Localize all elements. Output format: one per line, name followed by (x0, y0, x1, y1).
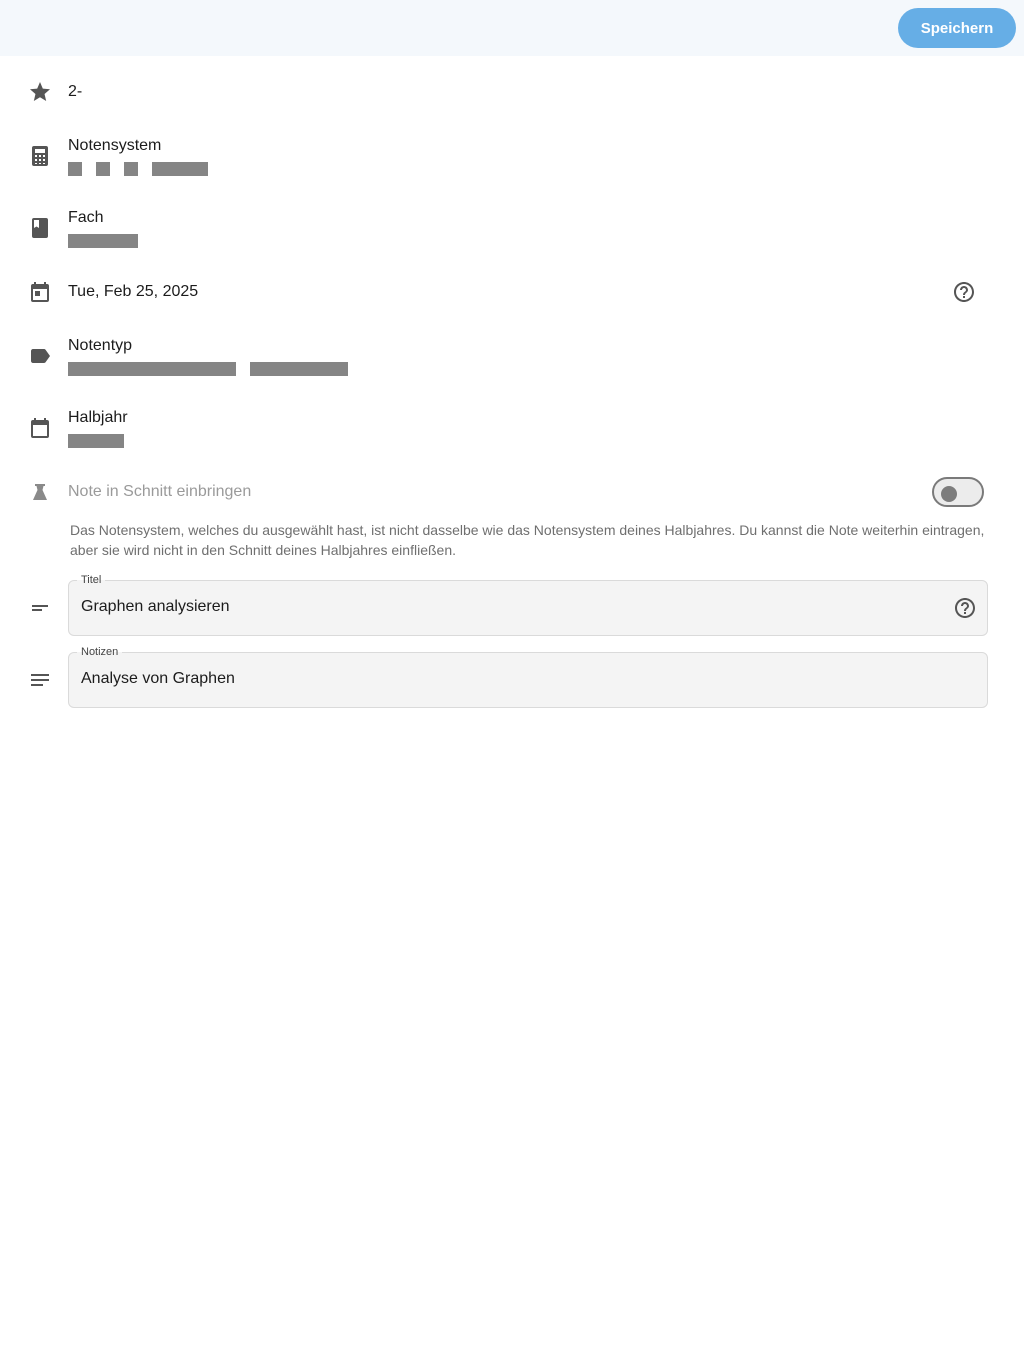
calculator-icon (28, 144, 52, 168)
include-in-average-row: Note in Schnitt einbringen (0, 480, 1024, 504)
title-row: Titel (0, 572, 1024, 636)
redacted-value (96, 162, 110, 176)
star-icon (28, 80, 52, 104)
date-row[interactable]: Tue, Feb 25, 2025 (0, 280, 1024, 304)
grading-system-notice: Das Notensystem, welches du ausgewählt h… (70, 522, 985, 558)
help-circle-icon[interactable] (953, 596, 977, 620)
calendar-today-icon (28, 280, 52, 304)
book-icon (28, 216, 52, 240)
help-circle-icon[interactable] (952, 280, 976, 304)
title-input[interactable] (81, 598, 941, 616)
notes-input[interactable] (81, 670, 941, 688)
title-field[interactable]: Titel (68, 572, 988, 636)
subject-row[interactable]: Fach (0, 208, 1024, 252)
label-tag-icon (28, 344, 52, 368)
redacted-value (250, 362, 348, 376)
grading-system-label: Notensystem (68, 137, 162, 154)
grade-value: 2- (68, 83, 83, 100)
redacted-value (68, 362, 236, 376)
include-in-average-toggle[interactable] (932, 477, 984, 507)
notes-field[interactable]: Notizen (68, 644, 988, 708)
redacted-value (68, 162, 82, 176)
grade-row[interactable]: 2- (0, 80, 1024, 104)
grade-type-label: Notentyp (68, 337, 133, 354)
subject-label: Fach (68, 209, 104, 226)
redacted-value (68, 234, 138, 248)
date-value: Tue, Feb 25, 2025 (68, 283, 199, 300)
save-button[interactable]: Speichern (898, 8, 1016, 48)
include-in-average-label: Note in Schnitt einbringen (68, 483, 252, 500)
short-text-icon (28, 596, 52, 620)
title-field-label: Titel (77, 572, 106, 588)
redacted-value (124, 162, 138, 176)
notes-icon (28, 668, 52, 692)
redacted-value (152, 162, 208, 176)
semester-row[interactable]: Halbjahr (0, 408, 1024, 452)
semester-label: Halbjahr (68, 409, 128, 426)
grading-system-row[interactable]: Notensystem (0, 136, 1024, 180)
calendar-icon (28, 416, 52, 440)
app-bar: Speichern (0, 0, 1024, 56)
redacted-value (68, 434, 124, 448)
notes-field-label: Notizen (77, 644, 123, 660)
toggle-knob (941, 486, 957, 502)
grade-type-row[interactable]: Notentyp (0, 336, 1024, 380)
flask-icon (28, 480, 52, 504)
notes-row: Notizen (0, 644, 1024, 708)
